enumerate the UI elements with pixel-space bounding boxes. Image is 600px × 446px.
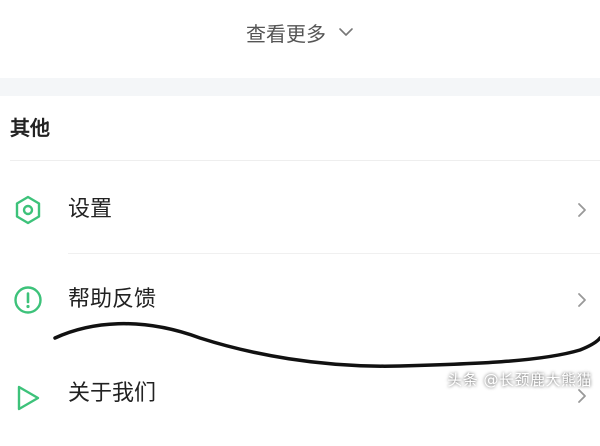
view-more-label: 查看更多	[246, 21, 326, 46]
section-separator	[0, 78, 600, 96]
about-us-label: 关于我们	[68, 381, 157, 406]
play-triangle-icon	[12, 382, 44, 414]
help-feedback-row[interactable]: 帮助反馈	[0, 254, 600, 344]
chevron-right-icon	[574, 290, 590, 310]
chevron-right-icon	[574, 200, 590, 220]
section-divider	[10, 160, 600, 161]
settings-label: 设置	[68, 197, 113, 222]
top-area: 查看更多	[0, 0, 600, 78]
view-more-button[interactable]: 查看更多	[0, 0, 600, 64]
hexagon-settings-icon	[12, 194, 44, 226]
section-title: 其他	[10, 116, 50, 140]
exclamation-circle-icon	[12, 284, 44, 316]
chevron-down-icon	[338, 24, 354, 40]
watermark: 头条 @长颈鹿大熊猫	[447, 371, 592, 389]
help-feedback-label: 帮助反馈	[68, 287, 157, 312]
settings-row[interactable]: 设置	[0, 164, 600, 254]
